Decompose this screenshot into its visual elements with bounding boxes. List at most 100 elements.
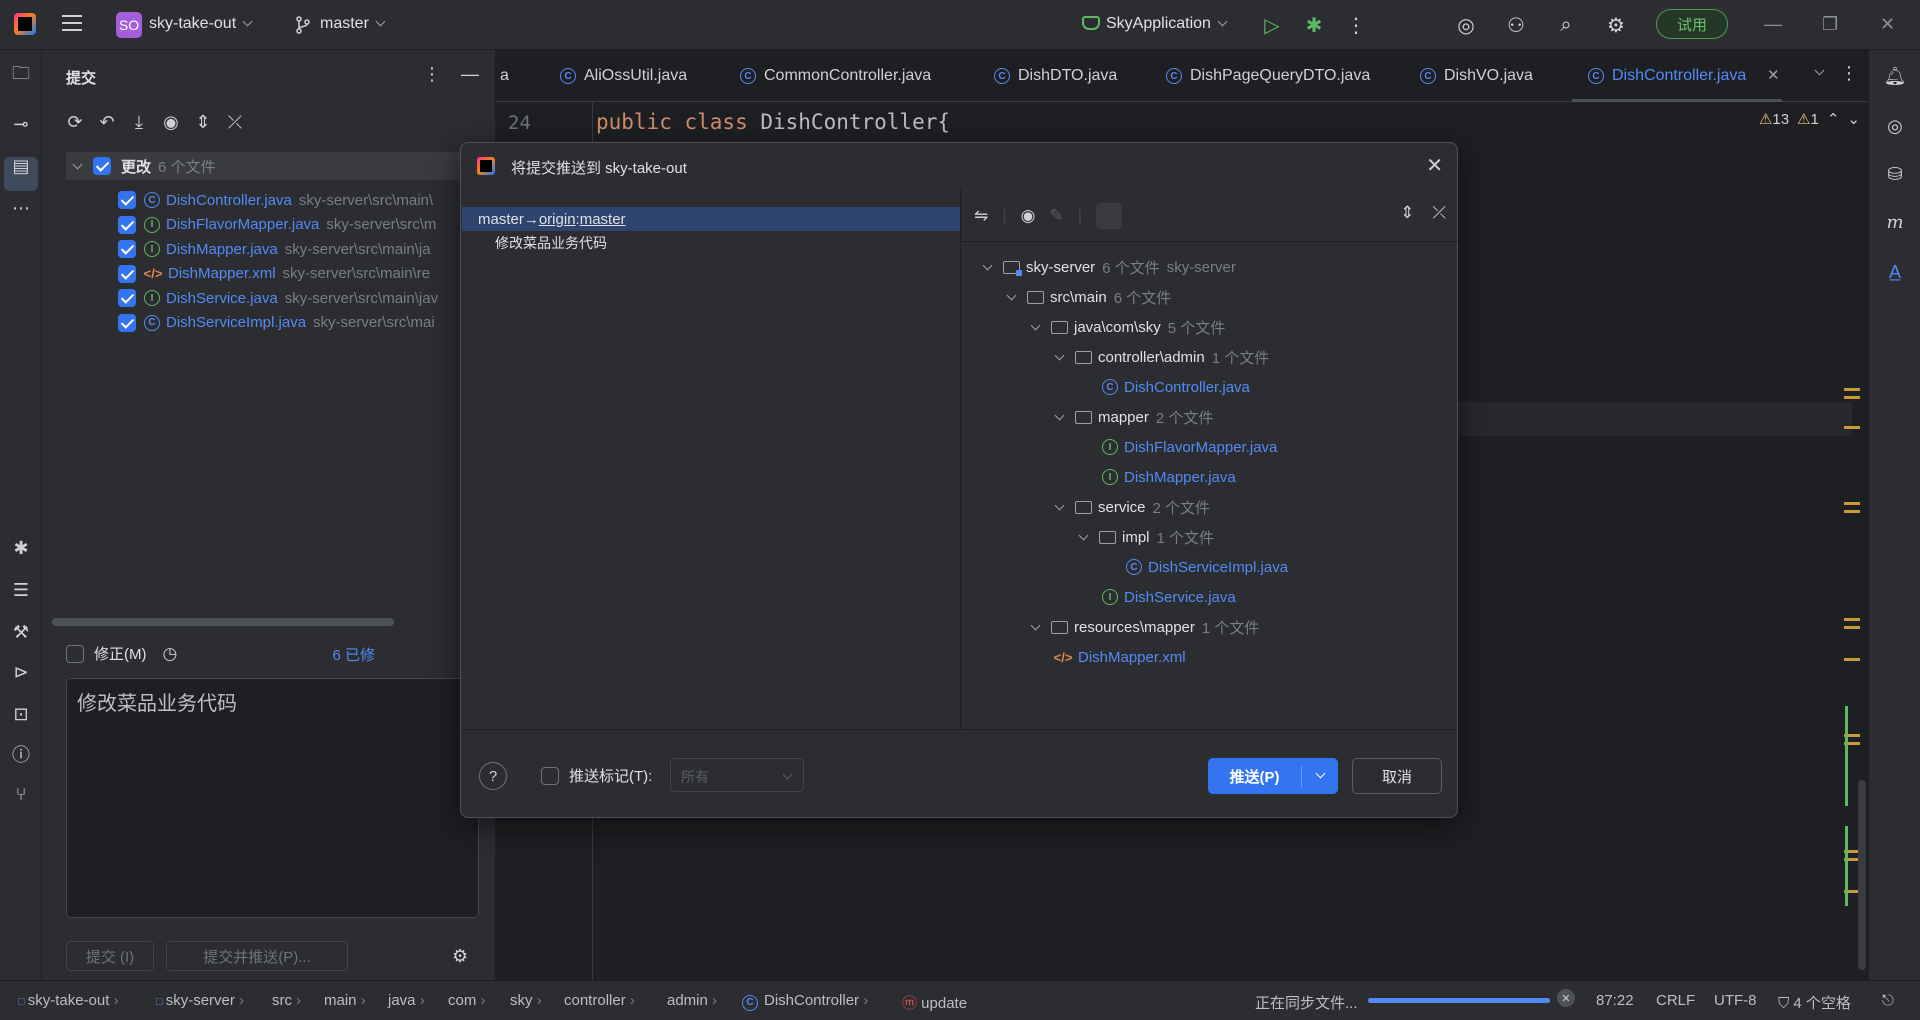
warning-stripe-marker[interactable] [1844,502,1860,505]
file-checkbox[interactable] [118,289,136,307]
settings-gear-icon[interactable]: ⚙ [1604,13,1628,37]
editor-tab[interactable]: a [500,67,509,85]
tree-folder-node[interactable]: resources\mapper 1 个文件 [1030,615,1259,639]
collapse-all-icon[interactable]: ⤫ [1432,203,1446,223]
file-checkbox[interactable] [118,264,136,283]
commit-icon[interactable]: ⊸ [9,112,33,136]
warning-stripe-marker[interactable] [1844,426,1860,429]
cancel-button[interactable]: 取消 [1352,758,1442,794]
editor-tab[interactable]: C DishPageQueryDTO.java [1166,67,1370,85]
editor-tab[interactable]: C AliOssUtil.java [560,67,687,85]
intellij-logo-icon[interactable] [14,13,36,35]
read-only-toggle-icon[interactable]: ⎋ [1882,992,1894,1009]
tree-folder-node[interactable]: controller\admin 1 个文件 [1054,345,1269,369]
push-remote-link[interactable]: origin [539,211,576,228]
tree-folder-node[interactable]: src\main 6 个文件 [1006,285,1171,309]
warning-stripe-marker[interactable] [1844,396,1860,399]
breadcrumb-item[interactable]: com › [448,992,486,1009]
project-switcher[interactable]: sky-take-out [149,15,253,33]
editor-tab[interactable]: C DishController.java [1588,67,1746,85]
breadcrumb-item[interactable]: sky › [510,992,542,1009]
add-user-icon[interactable]: ⚇ [1504,13,1528,37]
commit-entry[interactable]: 修改菜品业务代码 [495,233,607,253]
vertical-scrollbar[interactable] [1858,780,1866,970]
editor-tab[interactable]: C DishDTO.java [994,67,1117,85]
run-configuration-selector[interactable]: SkyApplication [1082,15,1228,33]
ai-chat-icon[interactable]: ◎ [1883,114,1907,138]
close-tab-icon[interactable]: ✕ [1767,66,1780,84]
expand-all-icon[interactable]: ⇕ [1400,203,1414,223]
project-badge[interactable]: SO [116,12,142,38]
changed-file-row[interactable]: C DishController.java sky-server\src\main\ [118,188,433,212]
chevron-down-icon[interactable] [1030,620,1041,630]
breadcrumb-item[interactable]: □ sky-server › [156,992,244,1009]
git-icon[interactable]: ⑂ [9,782,33,806]
tree-file-node[interactable]: I DishService.java [1102,585,1236,609]
editor-tab[interactable]: C CommonController.java [740,67,931,85]
terminal-icon[interactable]: ⊡ [9,702,33,726]
warning-stripe-marker[interactable] [1844,618,1860,621]
compare-arrows-icon[interactable]: ⇋ [974,206,988,226]
restore-icon[interactable]: ❐ [1822,14,1838,35]
cancel-sync-icon[interactable]: ✕ [1557,989,1575,1007]
tree-file-node[interactable]: </> DishMapper.xml [1054,645,1186,669]
file-checkbox[interactable] [118,191,136,209]
more-vertical-icon[interactable]: ⋮ [1344,13,1368,37]
changed-file-row[interactable]: </> DishMapper.xml sky-server\src\main\re [118,262,430,286]
structure-icon[interactable]: ▤ [9,154,33,178]
breadcrumb-item[interactable]: src › [272,992,301,1009]
database-icon[interactable]: ⛁ [1883,162,1907,186]
chevron-down-icon[interactable] [1030,320,1041,330]
tree-folder-node[interactable]: service 2 个文件 [1054,495,1210,519]
tab-list-dropdown[interactable] [1808,64,1825,81]
close-window-icon[interactable]: ✕ [1880,14,1895,35]
chevron-down-icon[interactable] [1006,290,1017,300]
horizontal-scrollbar[interactable] [52,618,394,626]
todo-list-icon[interactable]: ☰ [9,578,33,602]
warning-stripe-marker[interactable] [1844,626,1860,629]
tree-folder-node[interactable]: impl 1 个文件 [1078,525,1214,549]
next-highlight-icon[interactable]: ⌄ [1847,110,1860,128]
trial-button[interactable]: 试用 [1656,9,1728,39]
changed-file-row[interactable]: I DishService.java sky-server\src\main\jav [118,286,438,310]
indent-setting[interactable]: ⛉ 4 个空格 [1778,992,1851,1013]
breadcrumb-item[interactable]: □ sky-take-out › [18,992,119,1009]
debug-icon[interactable]: ✱ [1302,13,1326,37]
problems-icon[interactable]: ⓘ [9,742,33,766]
changed-file-row[interactable]: C DishServiceImpl.java sky-server\src\mai [118,311,435,335]
tags-select[interactable]: 所有 [670,758,804,792]
file-encoding[interactable]: UTF-8 [1714,992,1757,1009]
chevron-down-icon[interactable] [1054,350,1065,360]
modified-count-link[interactable]: 6 已修 [332,644,375,665]
debug-bug-icon[interactable]: ✱ [9,536,33,560]
push-target-row[interactable]: master → origin : master [462,207,960,231]
warning-stripe-marker[interactable] [1844,510,1860,513]
push-button[interactable]: 推送(P) [1208,765,1302,787]
push-target-branch-link[interactable]: master [580,211,626,228]
tree-file-node[interactable]: C DishController.java [1102,375,1250,399]
warning-stripe-marker[interactable] [1844,388,1860,391]
show-diff-eye-icon[interactable]: ◉ [1021,206,1036,226]
amend-checkbox[interactable] [66,644,84,663]
group-by-icon[interactable] [1096,203,1123,229]
caret-position[interactable]: 87:22 [1596,992,1634,1009]
project-folder-icon[interactable]: 🗀 [9,63,33,88]
changed-file-row[interactable]: I DishMapper.java sky-server\src\main\ja [118,237,431,261]
commit-options-gear-icon[interactable]: ⚙ [452,946,468,967]
line-ending[interactable]: CRLF [1656,992,1695,1009]
search-icon[interactable]: ⌕ [1554,13,1578,37]
vcs-change-marker[interactable] [1845,706,1848,806]
tree-file-node[interactable]: I DishFlavorMapper.java [1102,435,1277,459]
tree-folder-node[interactable]: java\com\sky 5 个文件 [1030,315,1225,339]
vcs-change-marker[interactable] [1845,826,1848,906]
file-checkbox[interactable] [118,313,136,332]
main-menu-icon[interactable] [62,15,82,33]
services-icon[interactable]: ⊳ [9,660,33,684]
changed-file-row[interactable]: I DishFlavorMapper.java sky-server\src\m [118,213,436,237]
tree-file-node[interactable]: C DishServiceImpl.java [1126,555,1288,579]
run-icon[interactable]: ▷ [1260,13,1284,37]
minimize-icon[interactable]: — [1764,14,1782,35]
inspection-widget[interactable]: ⚠13 ⚠1 ⌃ ⌄ [1759,110,1860,128]
breadcrumb-item[interactable]: main › [324,992,366,1009]
file-checkbox[interactable] [118,215,136,234]
